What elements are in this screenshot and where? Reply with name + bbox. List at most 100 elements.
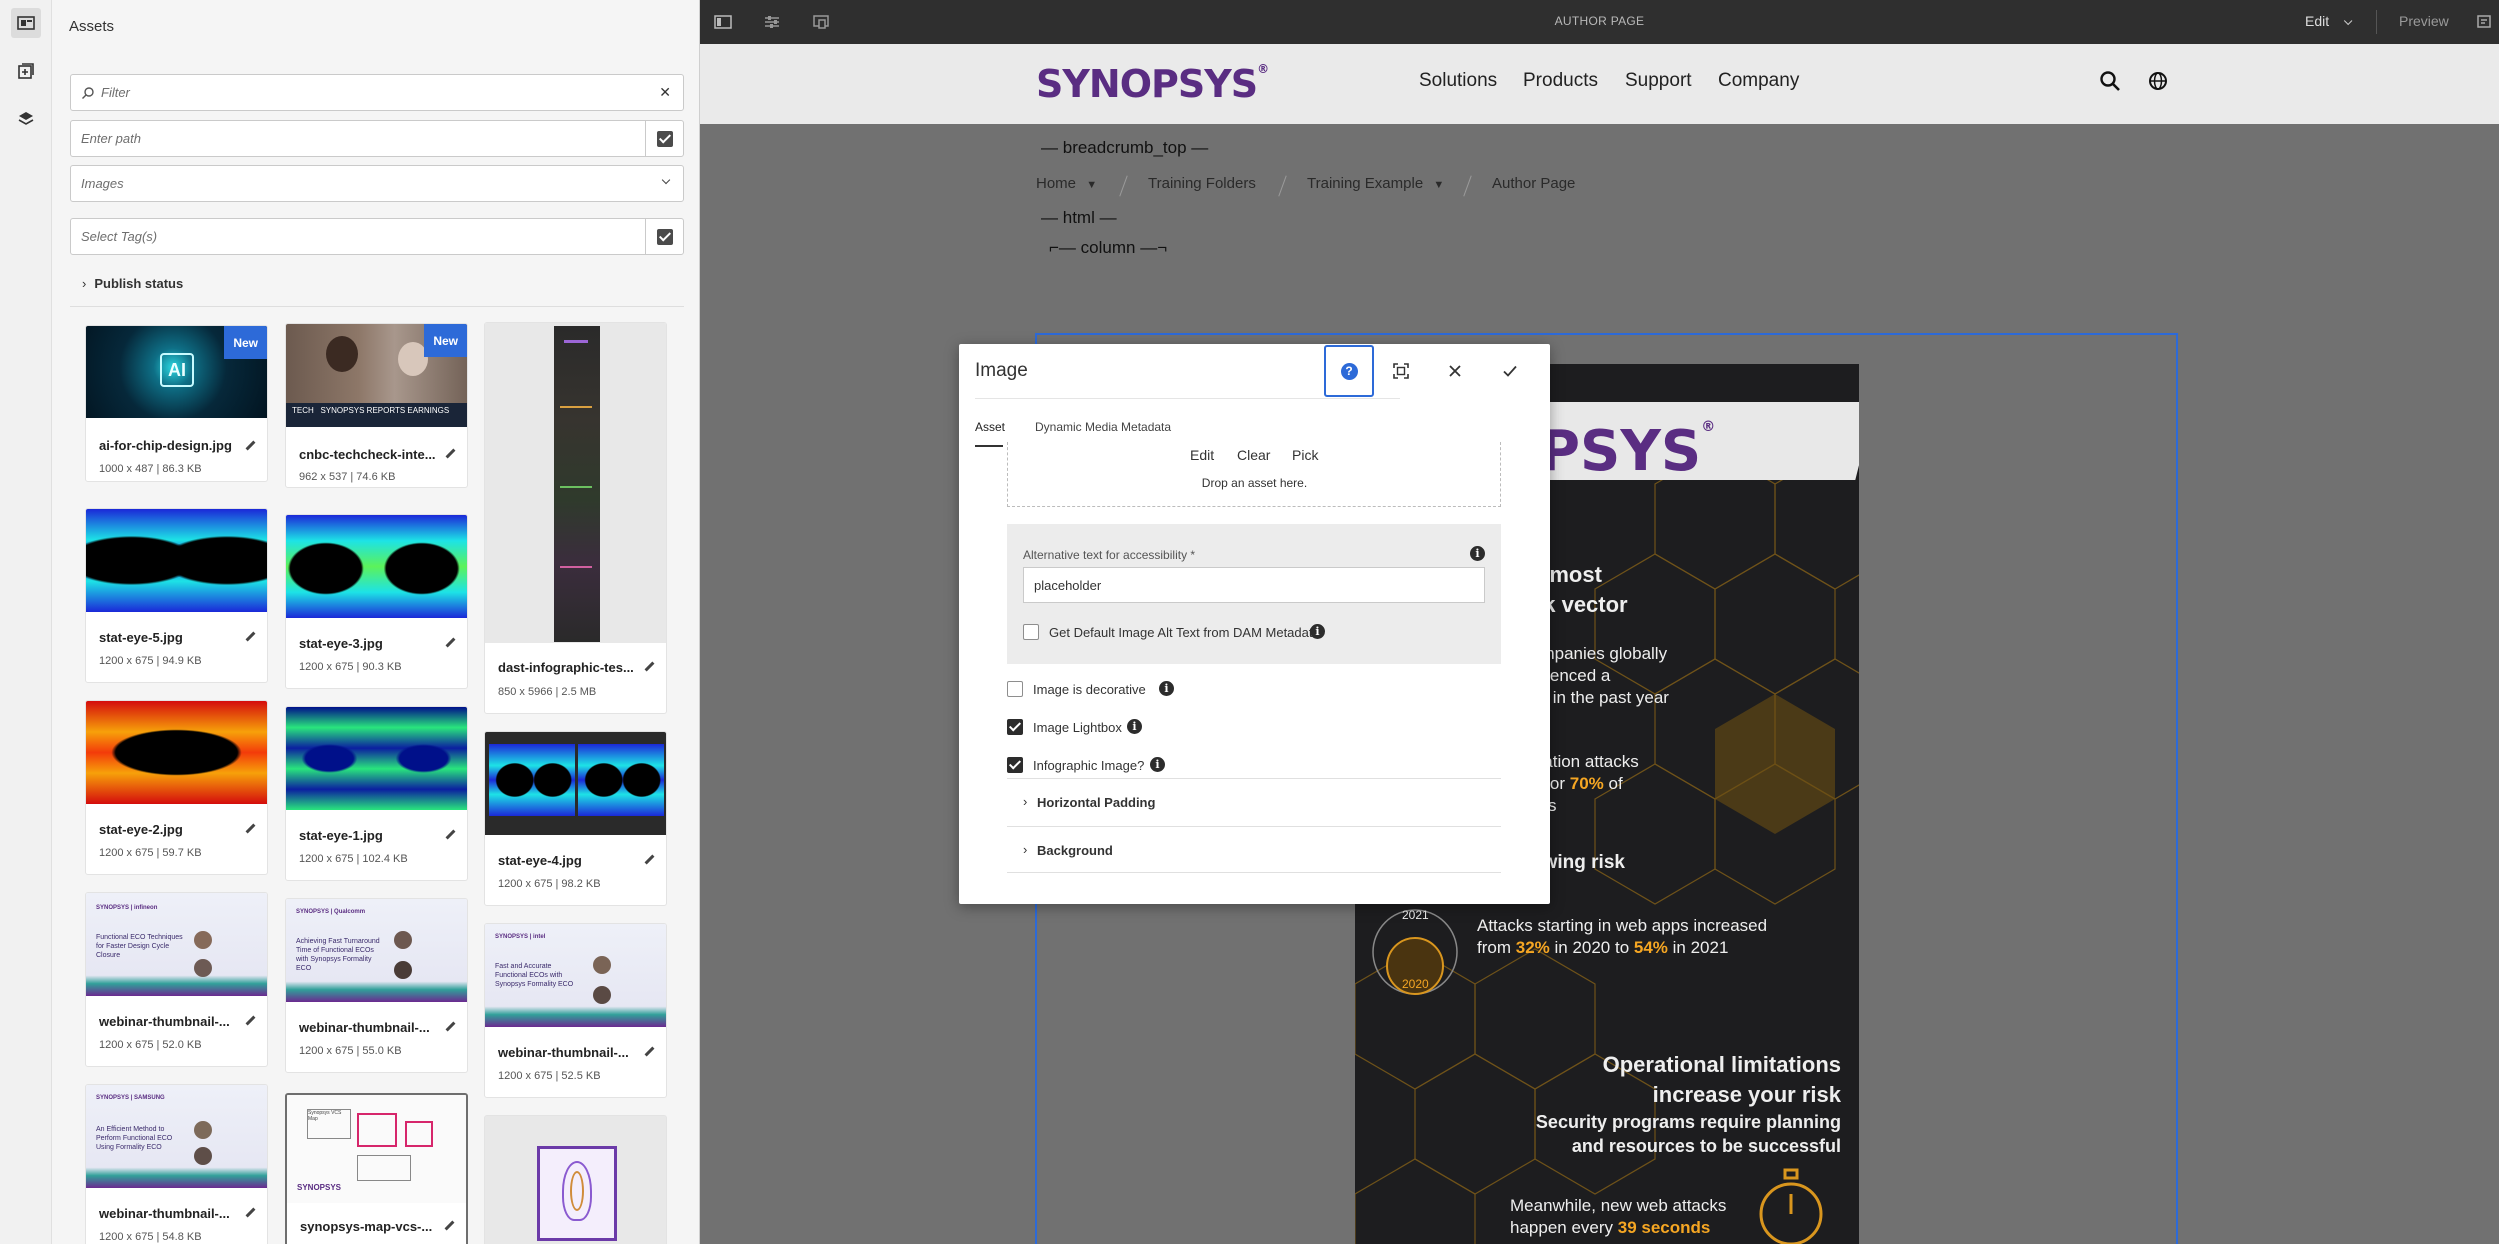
background-accordion[interactable]: › Background bbox=[1007, 826, 1501, 873]
path-picker-checkbox[interactable] bbox=[645, 120, 683, 157]
asset-card[interactable]: TECH SYNOPSYS REPORTS EARNINGS New cnbc-… bbox=[285, 323, 468, 488]
infographic-label: Infographic Image? bbox=[1033, 758, 1145, 773]
asset-thumbnail: SYNOPSYS | Qualcomm Achieving Fast Turna… bbox=[286, 899, 467, 1002]
edit-icon[interactable] bbox=[245, 632, 255, 642]
asset-card[interactable]: stat-eye-2.jpg 1200 x 675 | 59.7 KB bbox=[85, 700, 268, 875]
asset-name: stat-eye-2.jpg bbox=[99, 822, 183, 837]
lightbox-checkbox[interactable] bbox=[1007, 719, 1023, 735]
asset-card[interactable]: Synopsys VCS Map SYNOPSYS synopsys-map-v… bbox=[285, 1093, 468, 1244]
nav-products[interactable]: Products bbox=[1523, 70, 1598, 92]
edit-icon[interactable] bbox=[445, 638, 455, 648]
asset-card[interactable]: SYNOPSYS | intel Fast and Accurate Funct… bbox=[484, 923, 667, 1098]
asset-type-select[interactable]: Images bbox=[70, 165, 684, 202]
horizontal-padding-accordion[interactable]: › Horizontal Padding bbox=[1007, 778, 1501, 825]
site-header: SYNOPSYS® Solutions Products Support Com… bbox=[700, 44, 2499, 124]
edit-icon[interactable] bbox=[445, 449, 455, 459]
asset-meta: 1200 x 675 | 102.4 KB bbox=[299, 853, 408, 865]
column-component-label[interactable]: ⌐— column —¬ bbox=[1049, 238, 1167, 258]
edit-icon[interactable] bbox=[245, 1016, 255, 1026]
asset-card[interactable]: AI New ai-for-chip-design.jpg 1000 x 487… bbox=[85, 325, 268, 482]
breadcrumb-training-folders[interactable]: Training Folders bbox=[1148, 175, 1256, 192]
edit-icon[interactable] bbox=[445, 1022, 455, 1032]
asset-thumbnail: SYNOPSYS | intel Fast and Accurate Funct… bbox=[485, 924, 666, 1027]
path-input[interactable]: Enter path bbox=[70, 120, 684, 157]
nav-solutions[interactable]: Solutions bbox=[1419, 70, 1497, 92]
tab-asset[interactable]: Asset bbox=[975, 420, 1005, 434]
asset-card[interactable]: SYNOPSYS | Qualcomm Achieving Fast Turna… bbox=[285, 898, 468, 1073]
pick-asset-button[interactable]: Pick bbox=[1292, 447, 1318, 463]
edit-icon[interactable] bbox=[644, 855, 654, 865]
preview-button[interactable]: Preview bbox=[2399, 13, 2449, 29]
publish-status-toggle[interactable]: Publish status bbox=[82, 276, 183, 291]
mode-select[interactable]: Edit bbox=[2305, 13, 2349, 29]
nav-support[interactable]: Support bbox=[1625, 70, 1692, 92]
breadcrumb-component-label[interactable]: — breadcrumb_top — bbox=[1041, 138, 1208, 158]
info-icon[interactable]: i bbox=[1310, 624, 1325, 639]
checkmark-icon bbox=[1503, 365, 1517, 377]
asset-meta: 1200 x 675 | 54.8 KB bbox=[99, 1231, 202, 1243]
asset-name: stat-eye-1.jpg bbox=[299, 828, 383, 843]
asset-card[interactable] bbox=[484, 1115, 667, 1244]
asset-card[interactable]: stat-eye-3.jpg 1200 x 675 | 90.3 KB bbox=[285, 514, 468, 689]
done-button[interactable] bbox=[1483, 344, 1537, 398]
asset-card[interactable]: stat-eye-4.jpg 1200 x 675 | 98.2 KB bbox=[484, 731, 667, 906]
tags-picker-checkbox[interactable] bbox=[645, 218, 683, 255]
image-dialog: Image ? Asset Dynamic Media Metadata Edi… bbox=[959, 344, 1550, 904]
asset-card[interactable]: stat-eye-5.jpg 1200 x 675 | 94.9 KB bbox=[85, 508, 268, 683]
help-button[interactable]: ? bbox=[1324, 345, 1374, 397]
asset-thumbnail bbox=[485, 323, 666, 643]
breadcrumb-home[interactable]: Home ▼ bbox=[1036, 175, 1097, 192]
synopsys-logo[interactable]: SYNOPSYS® bbox=[1036, 62, 1269, 106]
filter-input[interactable]: Filter ✕ bbox=[70, 74, 684, 111]
edit-icon[interactable] bbox=[444, 1221, 454, 1231]
cancel-button[interactable] bbox=[1428, 344, 1482, 398]
html-component-label[interactable]: — html — bbox=[1041, 208, 1117, 228]
edit-icon[interactable] bbox=[644, 662, 654, 672]
asset-card[interactable]: dast-infographic-tes... 850 x 5966 | 2.5… bbox=[484, 322, 667, 714]
edit-asset-button[interactable]: Edit bbox=[1190, 447, 1214, 463]
alt-text-input[interactable] bbox=[1023, 567, 1485, 603]
components-panel-icon[interactable] bbox=[11, 56, 41, 86]
panel-title: Assets bbox=[69, 18, 115, 35]
asset-card[interactable]: SYNOPSYS | infineon Functional ECO Techn… bbox=[85, 892, 268, 1067]
page-title: AUTHOR PAGE bbox=[1554, 14, 1645, 28]
info-icon[interactable]: i bbox=[1470, 546, 1485, 561]
nav-company[interactable]: Company bbox=[1718, 70, 1799, 92]
assets-panel-icon[interactable] bbox=[11, 8, 41, 38]
help-icon: ? bbox=[1340, 362, 1358, 380]
decorative-checkbox[interactable] bbox=[1007, 681, 1023, 697]
stopwatch-icon bbox=[1759, 1168, 1823, 1244]
edit-icon[interactable] bbox=[245, 824, 255, 834]
chevron-right-icon: › bbox=[1023, 842, 1028, 857]
content-tree-icon[interactable] bbox=[11, 104, 41, 134]
search-icon[interactable] bbox=[2098, 69, 2122, 93]
year-label: 2021 bbox=[1402, 908, 1429, 922]
globe-icon[interactable] bbox=[2146, 69, 2170, 93]
asset-thumbnail: TECH SYNOPSYS REPORTS EARNINGS New bbox=[286, 324, 467, 427]
clear-icon[interactable]: ✕ bbox=[659, 84, 671, 101]
edit-icon[interactable] bbox=[245, 441, 255, 451]
tags-input[interactable]: Select Tag(s) bbox=[70, 218, 684, 255]
annotations-icon[interactable] bbox=[2475, 12, 2495, 32]
infographic-checkbox[interactable] bbox=[1007, 757, 1023, 773]
clear-asset-button[interactable]: Clear bbox=[1237, 447, 1270, 463]
info-icon[interactable]: i bbox=[1127, 719, 1142, 734]
asset-card[interactable]: stat-eye-1.jpg 1200 x 675 | 102.4 KB bbox=[285, 706, 468, 881]
assets-panel: Assets Filter ✕ Enter path Images Select… bbox=[52, 0, 700, 1244]
info-icon[interactable]: i bbox=[1150, 757, 1165, 772]
info-icon[interactable]: i bbox=[1159, 681, 1174, 696]
dam-alt-checkbox[interactable] bbox=[1023, 624, 1039, 640]
asset-meta: 1200 x 675 | 90.3 KB bbox=[299, 661, 402, 673]
fullscreen-button[interactable] bbox=[1374, 344, 1428, 398]
breadcrumb-author-page[interactable]: Author Page bbox=[1492, 175, 1575, 192]
breadcrumb-training-example[interactable]: Training Example ▼ bbox=[1307, 175, 1444, 192]
active-tab-indicator bbox=[975, 445, 1003, 447]
edit-icon[interactable] bbox=[644, 1047, 654, 1057]
tab-dynamic-media-metadata[interactable]: Dynamic Media Metadata bbox=[1035, 420, 1171, 434]
edit-icon[interactable] bbox=[445, 830, 455, 840]
asset-card[interactable]: SYNOPSYS | SAMSUNG An Efficient Method t… bbox=[85, 1084, 268, 1244]
editor-toolbar: AUTHOR PAGE Edit Preview bbox=[700, 0, 2499, 44]
path-placeholder: Enter path bbox=[81, 131, 141, 146]
asset-thumbnail: SYNOPSYS | SAMSUNG An Efficient Method t… bbox=[86, 1085, 267, 1188]
edit-icon[interactable] bbox=[245, 1208, 255, 1218]
